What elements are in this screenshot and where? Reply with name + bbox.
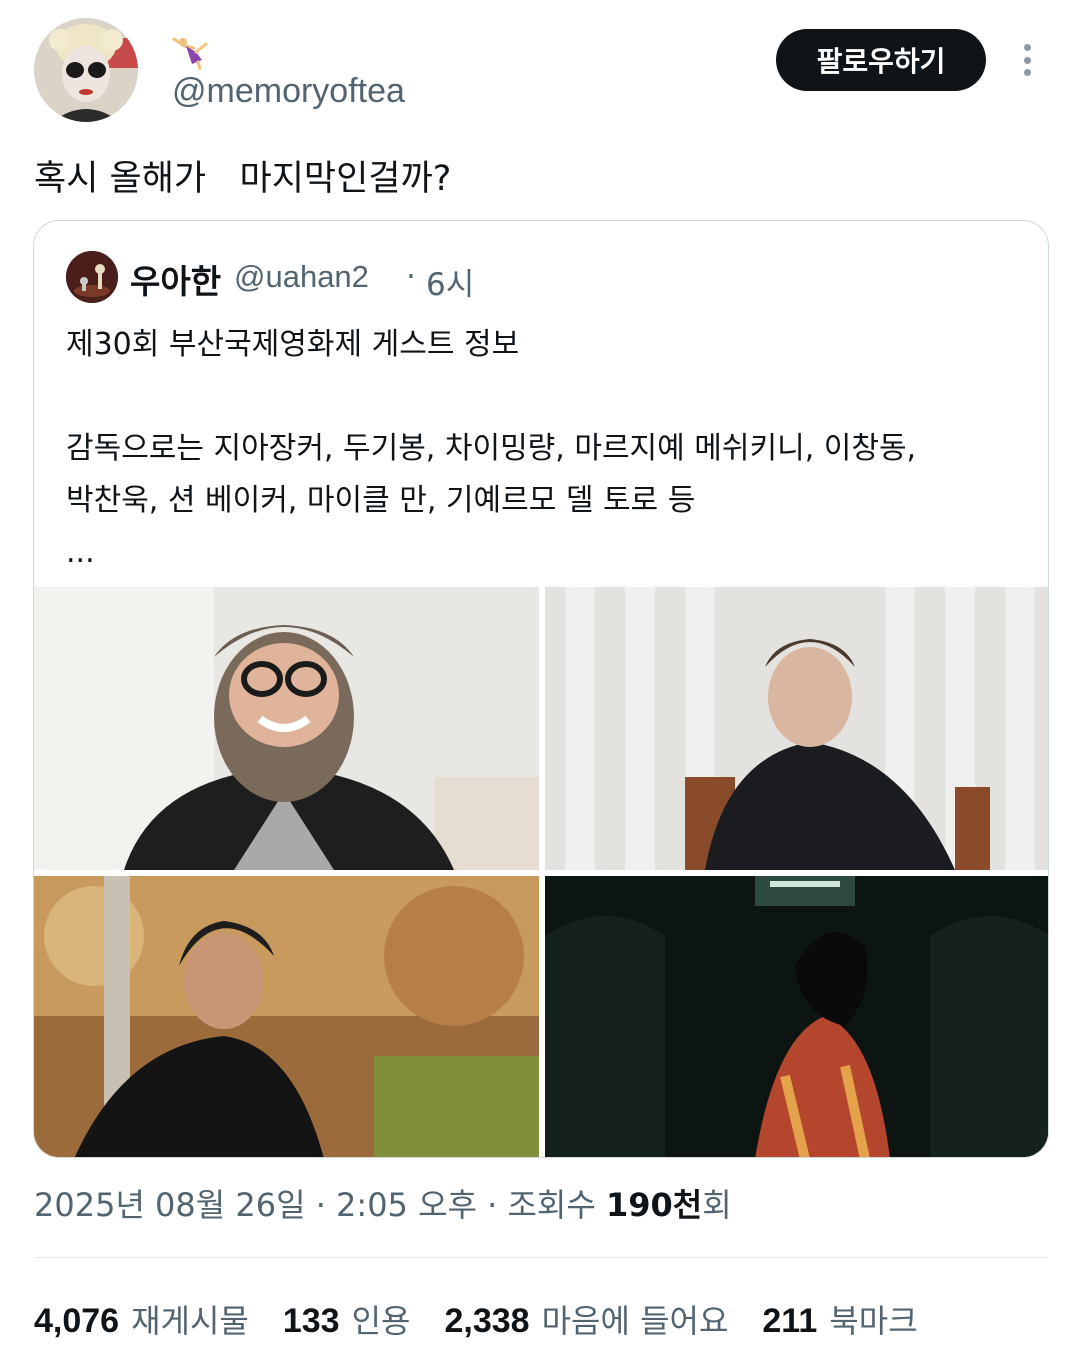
stat-value: 2,338: [444, 1302, 530, 1340]
timestamp[interactable]: 2025년 08월 26일 · 2:05 오후 · 조회수: [34, 1186, 606, 1224]
quoted-user-handle[interactable]: @uahan2: [234, 259, 369, 295]
quoted-text-line: ...: [66, 535, 95, 570]
stat-label: 인용: [351, 1302, 411, 1340]
more-vertical-icon[interactable]: [1012, 40, 1042, 80]
follow-button[interactable]: 팔로우하기: [776, 29, 986, 91]
tweet-text: 혹시 올해가 마지막인걸까?: [34, 159, 452, 199]
stat-likes[interactable]: 2,338 마음에 들어요: [444, 1296, 728, 1342]
stat-label: 재게시물: [131, 1302, 249, 1340]
photo-3[interactable]: [34, 876, 539, 1157]
media-grid: [34, 587, 1048, 1157]
user-avatar[interactable]: [34, 18, 138, 122]
photo-4[interactable]: [545, 876, 1048, 1157]
view-suffix: 회: [702, 1186, 732, 1224]
quoted-text-line: 제30회 부산국제영화제 게스트 정보: [66, 327, 520, 362]
stat-value: 4,076: [34, 1302, 120, 1340]
divider: [34, 1257, 1048, 1258]
stat-bookmarks[interactable]: 211 북마크: [762, 1296, 917, 1342]
quoted-tweet[interactable]: 우아한 @uahan2 · 6시 제30회 부산국제영화제 게스트 정보 감독으…: [33, 220, 1049, 1158]
stat-value: 133: [282, 1302, 340, 1340]
photo-2[interactable]: [545, 587, 1048, 870]
quoted-time[interactable]: 6시: [426, 259, 474, 304]
quoted-text: 제30회 부산국제영화제 게스트 정보 감독으로는 지아장커, 두기봉, 차이밍…: [66, 319, 1026, 579]
user-handle[interactable]: @memoryoftea: [172, 72, 405, 111]
quoted-text-line: [66, 371, 1026, 423]
stat-reposts[interactable]: 4,076 재게시물: [34, 1296, 249, 1342]
stat-label: 북마크: [829, 1302, 918, 1340]
photo-1[interactable]: [34, 587, 539, 870]
separator-dot: ·: [406, 259, 416, 295]
stat-label: 마음에 들어요: [541, 1302, 729, 1340]
quoted-text-line: 감독으로는 지아장커, 두기봉, 차이밍량, 마르지예 메쉬키니, 이창동,: [66, 431, 917, 466]
quoted-user-avatar[interactable]: [66, 251, 118, 303]
tweet-meta: 2025년 08월 26일 · 2:05 오후 · 조회수 190천회: [34, 1180, 732, 1226]
engagement-stats: 4,076 재게시물 133 인용 2,338 마음에 들어요 211 북마크: [34, 1296, 952, 1340]
tweet-header: @memoryoftea 팔로우하기: [0, 0, 1080, 130]
quoted-user-name[interactable]: 우아한: [130, 255, 221, 303]
stat-quotes[interactable]: 133 인용: [283, 1296, 411, 1342]
dancer-emoji: [172, 36, 212, 71]
view-count: 190천: [605, 1186, 703, 1224]
quoted-text-line: 박찬욱, 션 베이커, 마이클 만, 기예르모 델 토로 등: [66, 483, 696, 518]
stat-value: 211: [762, 1302, 818, 1340]
